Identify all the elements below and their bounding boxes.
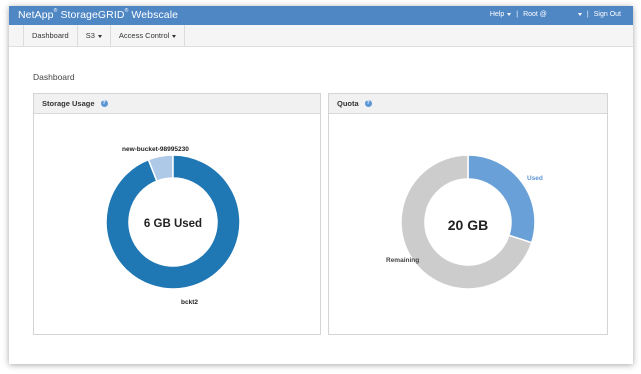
- panel-header: Storage Usage?: [34, 94, 320, 114]
- help-icon[interactable]: ?: [100, 99, 108, 107]
- chevron-down-icon: [97, 34, 102, 38]
- brand-logo[interactable]: NetApp® StorageGRID® Webscale: [18, 8, 179, 21]
- user-menu-area: Help | Root @ | Sign Out: [490, 11, 621, 18]
- storage-chart: new-bucket-98995230 bckt2 6 GB Used: [34, 114, 320, 339]
- quota-donut-svg: Used Remaining 20 GB: [386, 154, 543, 290]
- slice-label: Remaining: [386, 257, 419, 264]
- user-menu-label: Root @: [523, 11, 547, 18]
- help-icon[interactable]: ?: [364, 99, 372, 107]
- help-menu[interactable]: Help: [489, 11, 512, 18]
- donut-center-label: 20 GB: [448, 217, 488, 233]
- registered-mark: ®: [53, 8, 58, 14]
- brand-tail: Webscale: [128, 9, 179, 21]
- separator: |: [586, 11, 589, 18]
- panel-title: Storage Usage: [42, 99, 95, 108]
- donut-center-label: 6 GB Used: [144, 218, 202, 230]
- top-bar: NetApp® StorageGRID® Webscale Help | Roo…: [9, 6, 633, 25]
- nav-item-label: Dashboard: [32, 31, 69, 40]
- slice-label: Used: [527, 175, 543, 182]
- nav-item-label: S3: [85, 31, 95, 40]
- quota-chart: Used Remaining 20 GB: [329, 114, 607, 339]
- chevron-down-icon: [507, 12, 512, 16]
- nav-item-s3[interactable]: S3: [76, 25, 110, 46]
- panel-title: Quota: [337, 99, 359, 108]
- slice-label: new-bucket-98995230: [122, 146, 189, 153]
- separator: |: [516, 11, 519, 18]
- panel-header: Quota?: [329, 94, 607, 114]
- chevron-down-icon: [577, 12, 582, 16]
- nav-item-label: Access Control: [118, 31, 170, 40]
- registered-mark: ®: [124, 8, 129, 14]
- chevron-down-icon: [172, 34, 177, 38]
- main-nav: Dashboard S3 Access Control: [9, 25, 633, 47]
- nav-item-dashboard[interactable]: Dashboard: [23, 25, 77, 46]
- brand-product: StorageGRID: [57, 9, 125, 21]
- brand-name: NetApp: [18, 9, 54, 21]
- slice-label: bckt2: [181, 299, 198, 306]
- app-window: NetApp® StorageGRID® Webscale Help | Roo…: [9, 6, 633, 364]
- user-menu[interactable]: Root @: [523, 11, 582, 18]
- nav-item-access-control[interactable]: Access Control: [109, 25, 186, 46]
- quota-panel: Quota? Used Remaining 20 GB: [328, 93, 608, 335]
- storage-donut-svg: new-bucket-98995230 bckt2 6 GB Used: [105, 146, 241, 306]
- sign-out-link[interactable]: Sign Out: [594, 11, 621, 18]
- help-menu-label: Help: [489, 11, 505, 18]
- page-title: Dashboard: [33, 72, 75, 82]
- storage-usage-panel: Storage Usage? new-bucket-98995230 bckt2…: [33, 93, 321, 335]
